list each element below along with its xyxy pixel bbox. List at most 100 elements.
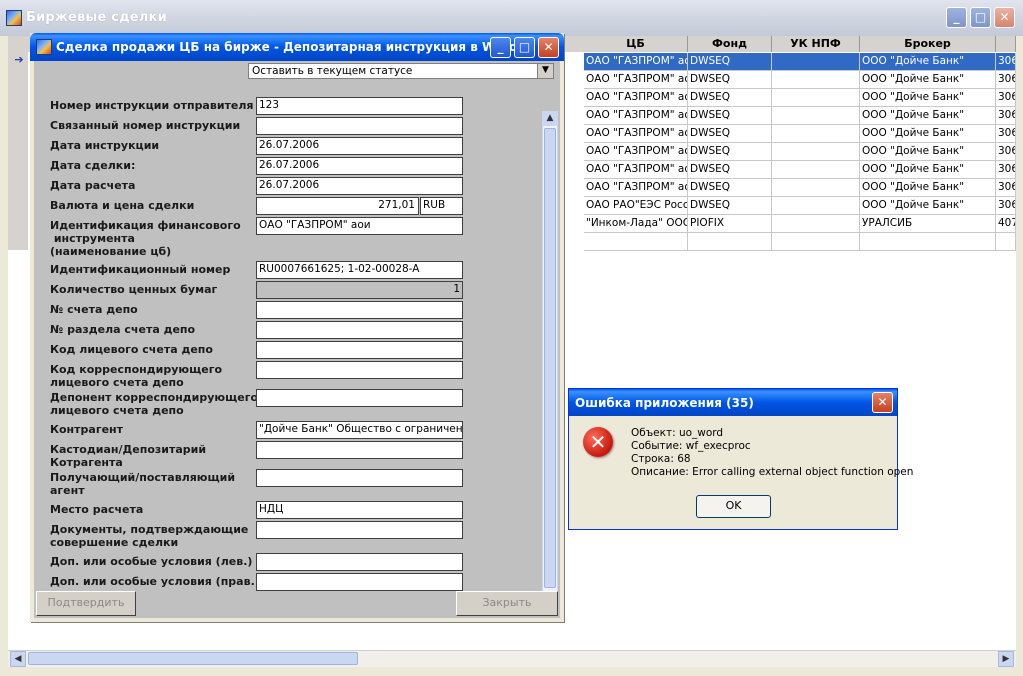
cell-extra[interactable]: 306 bbox=[996, 125, 1016, 143]
minimize-button[interactable]: _ bbox=[946, 7, 967, 28]
cell-fond[interactable] bbox=[688, 233, 772, 251]
scroll-up-icon[interactable]: ▲ bbox=[543, 112, 557, 126]
cell-broker[interactable]: ООО "Дойче Банк" bbox=[860, 179, 996, 197]
cell-cb[interactable] bbox=[584, 233, 688, 251]
minimize-button[interactable]: _ bbox=[490, 37, 511, 58]
cell-cb[interactable]: ОАО "ГАЗПРОМ" ао bbox=[584, 161, 688, 179]
cell-extra[interactable]: 306 bbox=[996, 53, 1016, 71]
cell-extra[interactable] bbox=[996, 233, 1016, 251]
cell-fond[interactable]: DWSEQ bbox=[688, 71, 772, 89]
cell-extra[interactable]: 306 bbox=[996, 107, 1016, 125]
cell-uk[interactable] bbox=[772, 89, 860, 107]
cell-cb[interactable]: ОАО "ГАЗПРОМ" ао bbox=[584, 143, 688, 161]
close-button[interactable]: ✕ bbox=[994, 7, 1015, 28]
chevron-down-icon[interactable]: ▼ bbox=[537, 64, 553, 78]
cell-fond[interactable]: DWSEQ bbox=[688, 125, 772, 143]
cell-fond[interactable]: DWSEQ bbox=[688, 197, 772, 215]
column-header-extra[interactable] bbox=[996, 36, 1016, 52]
extra-left-field[interactable] bbox=[256, 553, 463, 571]
cell-uk[interactable] bbox=[772, 233, 860, 251]
horizontal-scrollbar[interactable]: ◀ ▶ bbox=[8, 650, 1016, 667]
cell-cb[interactable]: ОАО "ГАЗПРОМ" ао bbox=[584, 107, 688, 125]
cell-uk[interactable] bbox=[772, 161, 860, 179]
cell-cb[interactable]: ОАО "ГАЗПРОМ" ао bbox=[584, 89, 688, 107]
cell-cb[interactable]: "Инком-Лада" ООО bbox=[584, 215, 688, 233]
cell-uk[interactable] bbox=[772, 125, 860, 143]
cell-extra[interactable]: 407 bbox=[996, 215, 1016, 233]
column-header-fond[interactable]: Фонд bbox=[688, 36, 772, 52]
scroll-thumb[interactable] bbox=[544, 128, 556, 588]
cell-broker[interactable]: ООО "Дойче Банк" bbox=[860, 197, 996, 215]
cell-uk[interactable] bbox=[772, 107, 860, 125]
cell-broker[interactable]: ООО "Дойче Банк" bbox=[860, 71, 996, 89]
cell-uk[interactable] bbox=[772, 53, 860, 71]
cell-cb[interactable]: ОАО "ГАЗПРОМ" ао bbox=[584, 125, 688, 143]
cell-cb[interactable]: ОАО "ГАЗПРОМ" ао bbox=[584, 71, 688, 89]
instruction-date-field[interactable]: 26.07.2006 bbox=[256, 137, 463, 155]
linked-no-field[interactable] bbox=[256, 117, 463, 135]
cell-cb[interactable]: ОАО "ГАЗПРОМ" ао bbox=[584, 179, 688, 197]
depo-section-field[interactable] bbox=[256, 321, 463, 339]
column-header-uk-npf[interactable]: УК НПФ bbox=[772, 36, 860, 52]
cell-fond[interactable]: DWSEQ bbox=[688, 89, 772, 107]
close-icon[interactable]: ✕ bbox=[872, 392, 893, 413]
cell-uk[interactable] bbox=[772, 197, 860, 215]
settlement-place-field[interactable]: НДЦ bbox=[256, 501, 463, 519]
depo-account-field[interactable] bbox=[256, 301, 463, 319]
documents-field[interactable] bbox=[256, 521, 463, 539]
cell-uk[interactable] bbox=[772, 179, 860, 197]
cell-extra[interactable]: 306 bbox=[996, 143, 1016, 161]
ok-button[interactable]: OK bbox=[696, 495, 771, 518]
cell-broker[interactable]: УРАЛСИБ bbox=[860, 215, 996, 233]
cell-uk[interactable] bbox=[772, 71, 860, 89]
cell-broker[interactable]: ООО "Дойче Банк" bbox=[860, 89, 996, 107]
price-field[interactable]: 271,01 bbox=[256, 197, 419, 215]
cell-cb[interactable]: ОАО "ГАЗПРОМ" ао bbox=[584, 53, 688, 71]
cell-fond[interactable]: DWSEQ bbox=[688, 161, 772, 179]
column-header-cb[interactable]: ЦБ bbox=[584, 36, 688, 52]
cell-fond[interactable]: DWSEQ bbox=[688, 143, 772, 161]
cell-fond[interactable]: PIOFIX bbox=[688, 215, 772, 233]
cell-fond[interactable]: DWSEQ bbox=[688, 53, 772, 71]
corr-code-field[interactable] bbox=[256, 361, 463, 379]
corr-depositor-field[interactable] bbox=[256, 389, 463, 407]
maximize-button[interactable]: □ bbox=[970, 7, 991, 28]
cell-broker[interactable]: ООО "Дойче Банк" bbox=[860, 107, 996, 125]
scroll-thumb[interactable] bbox=[28, 652, 358, 665]
close-form-button[interactable]: Закрыть bbox=[456, 591, 558, 616]
cell-uk[interactable] bbox=[772, 215, 860, 233]
id-number-field[interactable]: RU0007661625; 1-02-00028-A bbox=[256, 261, 463, 279]
cell-cb[interactable]: ОАО РАО"ЕЭС Росс bbox=[584, 197, 688, 215]
cell-extra[interactable]: 306 bbox=[996, 161, 1016, 179]
cell-broker[interactable] bbox=[860, 233, 996, 251]
status-select[interactable]: Оставить в текущем статусе ▼ bbox=[248, 63, 554, 79]
settlement-date-field[interactable]: 26.07.2006 bbox=[256, 177, 463, 195]
error-title-bar[interactable]: Ошибка приложения (35) ✕ bbox=[569, 389, 897, 416]
personal-code-field[interactable] bbox=[256, 341, 463, 359]
cell-fond[interactable]: DWSEQ bbox=[688, 107, 772, 125]
instruction-title-bar[interactable]: Сделка продажи ЦБ на бирже - Депозитарна… bbox=[30, 33, 564, 61]
cell-extra[interactable]: 306 bbox=[996, 89, 1016, 107]
scroll-right-icon[interactable]: ▶ bbox=[998, 651, 1014, 667]
cell-broker[interactable]: ООО "Дойче Банк" bbox=[860, 143, 996, 161]
cell-broker[interactable]: ООО "Дойче Банк" bbox=[860, 161, 996, 179]
deal-date-field[interactable]: 26.07.2006 bbox=[256, 157, 463, 175]
extra-right-field[interactable] bbox=[256, 573, 463, 591]
maximize-button[interactable]: □ bbox=[514, 37, 535, 58]
custodian-field[interactable] bbox=[256, 441, 463, 459]
form-vertical-scrollbar[interactable]: ▲ ▼ bbox=[542, 111, 558, 607]
sender-no-field[interactable]: 123 bbox=[256, 97, 463, 115]
cell-broker[interactable]: ООО "Дойче Банк" bbox=[860, 125, 996, 143]
agent-field[interactable] bbox=[256, 469, 463, 487]
scroll-left-icon[interactable]: ◀ bbox=[10, 651, 26, 667]
close-button[interactable]: ✕ bbox=[538, 37, 559, 58]
column-header-broker[interactable]: Брокер bbox=[860, 36, 996, 52]
cell-uk[interactable] bbox=[772, 143, 860, 161]
counterparty-field[interactable]: "Дойче Банк" Общество с ограниченной bbox=[256, 421, 463, 439]
cell-broker[interactable]: ООО "Дойче Банк" bbox=[860, 53, 996, 71]
cell-fond[interactable]: DWSEQ bbox=[688, 179, 772, 197]
main-title-bar[interactable]: Биржевые сделки _ □ ✕ bbox=[0, 0, 1023, 36]
cell-extra[interactable]: 306 bbox=[996, 197, 1016, 215]
cell-extra[interactable]: 306 bbox=[996, 179, 1016, 197]
cell-extra[interactable]: 306 bbox=[996, 71, 1016, 89]
